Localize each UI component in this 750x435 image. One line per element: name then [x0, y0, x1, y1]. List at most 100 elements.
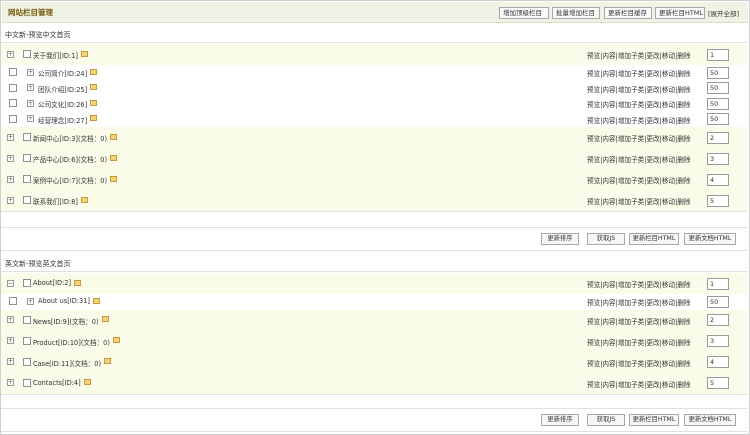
add-subcategory-link[interactable]: 增加子类: [618, 117, 644, 125]
category-label[interactable]: 关于我们[ID:1]: [33, 50, 78, 60]
sort-order-input[interactable]: 1: [707, 277, 729, 290]
section-title[interactable]: 英文新-预览英文首页: [5, 259, 71, 269]
expand-icon[interactable]: +: [7, 50, 14, 58]
content-link[interactable]: 内容: [602, 101, 615, 109]
move-link[interactable]: 移动: [662, 360, 675, 368]
move-link[interactable]: 移动: [662, 52, 675, 60]
category-label[interactable]: 产品中心[ID:6](文档：0): [33, 154, 107, 164]
expand-icon[interactable]: +: [7, 175, 14, 183]
move-link[interactable]: 移动: [662, 135, 675, 143]
expand-all-link[interactable]: [展开全部]: [708, 8, 739, 18]
expand-icon[interactable]: +: [27, 115, 34, 123]
preview-link[interactable]: 预览: [587, 177, 600, 185]
move-link[interactable]: 移动: [662, 101, 675, 109]
add-subcategory-link[interactable]: 增加子类: [618, 52, 644, 60]
sort-order-input[interactable]: 50: [707, 295, 729, 308]
category-label[interactable]: About[ID:2]: [33, 279, 71, 287]
delete-link[interactable]: 删除: [677, 198, 690, 206]
sort-order-input[interactable]: 50: [707, 113, 729, 126]
category-label[interactable]: 团队介绍[ID:25]: [38, 84, 87, 94]
delete-link[interactable]: 删除: [677, 86, 690, 94]
edit-link[interactable]: 更改: [646, 318, 659, 326]
add-subcategory-link[interactable]: 增加子类: [618, 299, 644, 307]
delete-link[interactable]: 删除: [677, 299, 690, 307]
add-subcategory-link[interactable]: 增加子类: [618, 135, 644, 143]
category-label[interactable]: Contacts[ID:4]: [33, 379, 81, 387]
expand-icon[interactable]: +: [7, 337, 14, 344]
update-document-html-button[interactable]: 更新文档HTML: [684, 233, 736, 245]
delete-link[interactable]: 删除: [677, 135, 690, 143]
update-category-html-button[interactable]: 更新栏目HTML: [629, 233, 679, 245]
add-subcategory-link[interactable]: 增加子类: [618, 70, 644, 78]
preview-link[interactable]: 预览: [587, 198, 600, 206]
row-checkbox[interactable]: [9, 114, 17, 123]
add-subcategory-link[interactable]: 增加子类: [618, 381, 644, 389]
expand-icon[interactable]: +: [7, 316, 14, 323]
edit-link[interactable]: 更改: [646, 381, 659, 389]
expand-icon[interactable]: +: [7, 154, 14, 162]
edit-link[interactable]: 更改: [646, 101, 659, 109]
add-subcategory-link[interactable]: 增加子类: [618, 281, 644, 289]
delete-link[interactable]: 删除: [677, 360, 690, 368]
category-label[interactable]: 公司简介[ID:24]: [38, 68, 87, 78]
sort-order-input[interactable]: 4: [707, 173, 729, 186]
content-link[interactable]: 内容: [602, 198, 615, 206]
category-label[interactable]: 新闻中心[ID:3](文档：0): [33, 133, 107, 143]
delete-link[interactable]: 删除: [677, 177, 690, 185]
category-label[interactable]: 联系我们[ID:8]: [33, 196, 78, 206]
sort-order-input[interactable]: 1: [707, 48, 729, 61]
content-link[interactable]: 内容: [602, 70, 615, 78]
content-link[interactable]: 内容: [602, 86, 615, 94]
expand-icon[interactable]: +: [27, 99, 34, 107]
content-link[interactable]: 内容: [602, 360, 615, 368]
expand-icon[interactable]: +: [27, 297, 34, 305]
update-sort-button[interactable]: 更新排序: [541, 414, 579, 426]
get-js-button[interactable]: 获取JS: [587, 233, 625, 245]
section-title[interactable]: 中文新-预览中文首页: [5, 30, 71, 40]
preview-link[interactable]: 预览: [587, 86, 600, 94]
row-checkbox[interactable]: [23, 357, 31, 366]
move-link[interactable]: 移动: [662, 70, 675, 78]
preview-link[interactable]: 预览: [587, 281, 600, 289]
content-link[interactable]: 内容: [602, 117, 615, 125]
preview-link[interactable]: 预览: [587, 318, 600, 326]
expand-icon[interactable]: +: [27, 68, 34, 76]
edit-link[interactable]: 更改: [646, 360, 659, 368]
edit-link[interactable]: 更改: [646, 339, 659, 347]
row-checkbox[interactable]: [9, 297, 17, 306]
sort-order-input[interactable]: 50: [707, 82, 729, 95]
expand-icon[interactable]: +: [27, 84, 34, 92]
row-checkbox[interactable]: [23, 279, 31, 287]
delete-link[interactable]: 删除: [677, 339, 690, 347]
delete-link[interactable]: 删除: [677, 70, 690, 78]
row-checkbox[interactable]: [9, 83, 17, 92]
expand-icon[interactable]: +: [7, 196, 14, 204]
row-checkbox[interactable]: [23, 154, 31, 162]
sort-order-input[interactable]: 5: [707, 377, 729, 389]
add-subcategory-link[interactable]: 增加子类: [618, 177, 644, 185]
preview-link[interactable]: 预览: [587, 135, 600, 143]
delete-link[interactable]: 删除: [677, 101, 690, 109]
update-document-html-button[interactable]: 更新文档HTML: [684, 414, 736, 426]
content-link[interactable]: 内容: [602, 339, 615, 347]
category-label[interactable]: 案例中心[ID:7](文档：0): [33, 175, 107, 185]
move-link[interactable]: 移动: [662, 318, 675, 326]
row-checkbox[interactable]: [23, 50, 31, 58]
row-checkbox[interactable]: [23, 133, 31, 141]
content-link[interactable]: 内容: [602, 318, 615, 326]
sort-order-input[interactable]: 5: [707, 194, 729, 207]
preview-link[interactable]: 预览: [587, 381, 600, 389]
category-label[interactable]: Case[ID:11](文档：0): [33, 358, 101, 368]
get-js-button[interactable]: 获取JS: [587, 414, 625, 426]
row-checkbox[interactable]: [23, 175, 31, 183]
update-category-cache-button[interactable]: 更新栏目缓存: [604, 7, 652, 19]
delete-link[interactable]: 删除: [677, 318, 690, 326]
preview-link[interactable]: 预览: [587, 52, 600, 60]
delete-link[interactable]: 删除: [677, 52, 690, 60]
content-link[interactable]: 内容: [602, 177, 615, 185]
add-top-category-button[interactable]: 增加顶级栏目: [499, 7, 549, 19]
delete-link[interactable]: 删除: [677, 156, 690, 164]
edit-link[interactable]: 更改: [646, 299, 659, 307]
category-label[interactable]: 公司文化[ID:26]: [38, 99, 87, 109]
content-link[interactable]: 内容: [602, 156, 615, 164]
